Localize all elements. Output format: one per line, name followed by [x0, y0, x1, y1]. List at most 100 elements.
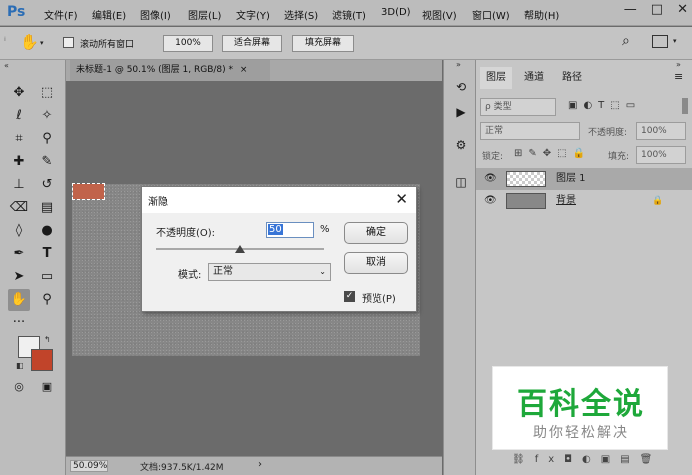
selection-marquee[interactable]	[72, 183, 105, 200]
crop-tool-icon[interactable]: ⌗	[8, 128, 30, 150]
chevron-down-icon[interactable]: ▾	[40, 39, 44, 47]
panel-menu-icon[interactable]: ≡	[674, 70, 683, 83]
zoom-100-button[interactable]: 100%	[163, 35, 213, 52]
screen-mode-icon[interactable]: ▣	[36, 376, 58, 398]
cancel-button[interactable]: 取消	[344, 252, 408, 274]
stamp-tool-icon[interactable]: ⊥	[8, 174, 30, 196]
close-tab-icon[interactable]: ×	[240, 65, 248, 75]
document-tab[interactable]: 未标题-1 @ 50.1% (图层 1, RGB/8) * ×	[70, 60, 270, 81]
maximize-button[interactable]: □	[651, 1, 663, 23]
minimize-button[interactable]: —	[624, 1, 637, 23]
watermark-title: 百科全说	[517, 387, 645, 422]
menu-filter[interactable]: 滤镜(T)	[332, 7, 366, 22]
menu-select[interactable]: 选择(S)	[284, 7, 318, 22]
tab-channels[interactable]: 通道	[518, 67, 550, 89]
ok-button[interactable]: 确定	[344, 222, 408, 244]
menu-bar: Ps 文件(F) 编辑(E) 图像(I) 图层(L) 文字(Y) 选择(S) 滤…	[0, 0, 692, 26]
dialog-titlebar: 渐隐 ✕	[142, 187, 416, 213]
filter-icons[interactable]: ▣◐T⬚▭	[568, 100, 641, 111]
filter-toggle[interactable]	[682, 98, 688, 114]
scroll-all-checkbox[interactable]	[63, 37, 74, 48]
lock-icons[interactable]: ⊞✎✥⬚🔒	[514, 148, 591, 159]
opacity-slider-thumb[interactable]	[235, 245, 245, 253]
type-tool-icon[interactable]: T	[36, 243, 58, 265]
status-menu-arrow[interactable]: ›	[258, 459, 262, 470]
lock-icon: 🔒	[652, 196, 664, 206]
status-bar: 50.09% 文档:937.5K/1.42M ›	[66, 456, 442, 475]
history-brush-icon[interactable]: ↺	[36, 174, 58, 196]
swap-colors-icon[interactable]: ↰	[44, 335, 51, 344]
menu-file[interactable]: 文件(F)	[44, 7, 78, 22]
healing-brush-icon[interactable]: ✚	[8, 151, 30, 173]
watermark: 百科全说 助你轻松解决	[492, 366, 668, 450]
quick-mask-icon[interactable]: ◎	[8, 376, 30, 398]
fill-screen-button[interactable]: 填充屏幕	[292, 35, 354, 52]
lasso-tool-icon[interactable]: ℓ	[8, 105, 30, 127]
eraser-tool-icon[interactable]: ⌫	[8, 197, 30, 219]
menu-type[interactable]: 文字(Y)	[236, 7, 270, 22]
actions-panel-icon[interactable]: ▶	[452, 105, 470, 123]
opacity-label: 不透明度:	[588, 128, 628, 138]
menu-window[interactable]: 窗口(W)	[472, 7, 510, 22]
menu-edit[interactable]: 编辑(E)	[92, 7, 126, 22]
visibility-eye-icon[interactable]: 👁	[484, 168, 497, 190]
hand-tool-icon[interactable]: ✋	[20, 33, 39, 51]
layers-footer-icons[interactable]: ⛓fx◘◐▣▤🗑	[512, 454, 662, 465]
layer-row[interactable]: 👁 背景 🔒	[476, 190, 692, 212]
options-bar: ⁞ ✋ ▾ 滚动所有窗口 100% 适合屏幕 填充屏幕 ⌕ ▾	[0, 27, 692, 60]
tab-layers[interactable]: 图层	[480, 67, 512, 89]
marquee-tool-icon[interactable]: ⬚	[36, 82, 58, 104]
default-colors-icon[interactable]: ◧	[16, 361, 24, 370]
chevron-down-icon: ⌄	[319, 267, 326, 276]
zoom-tool-icon[interactable]: ⚲	[36, 289, 58, 311]
workspace-icon[interactable]	[652, 35, 668, 48]
scroll-all-label: 滚动所有窗口	[80, 40, 135, 50]
fit-screen-button[interactable]: 适合屏幕	[222, 35, 282, 52]
opacity-input[interactable]: 50	[266, 222, 314, 238]
layer-name[interactable]: 图层 1	[556, 168, 586, 190]
layer-row[interactable]: 👁 图层 1	[476, 168, 692, 190]
eyedropper-icon[interactable]: ⚲	[36, 128, 58, 150]
pen-tool-icon[interactable]: ✒	[8, 243, 30, 265]
search-icon[interactable]: ⌕	[622, 33, 630, 49]
magic-wand-icon[interactable]: ✧	[36, 105, 58, 127]
layer-thumbnail	[506, 193, 546, 209]
history-panel-icon[interactable]: ⟲	[452, 80, 470, 98]
brush-tool-icon[interactable]: ✎	[36, 151, 58, 173]
menu-view[interactable]: 视图(V)	[422, 7, 457, 22]
gradient-tool-icon[interactable]: ▤	[36, 197, 58, 219]
more-tools-icon[interactable]: ···	[8, 312, 30, 334]
opacity-field[interactable]: 100%	[636, 122, 686, 140]
menu-help[interactable]: 帮助(H)	[524, 7, 559, 22]
blend-mode-select[interactable]: 正常	[480, 122, 580, 140]
fade-dialog: 渐隐 ✕ 不透明度(O): 50 % 模式: 正常 ⌄ 确定 取消 ✓ 预览(P…	[141, 186, 417, 312]
close-icon[interactable]: ✕	[395, 190, 408, 208]
adjustments-panel-icon[interactable]: ◫	[452, 175, 470, 193]
visibility-eye-icon[interactable]: 👁	[484, 190, 497, 212]
chevron-down-icon[interactable]: ▾	[673, 37, 677, 45]
collapse-icon[interactable]: »	[456, 60, 461, 69]
close-button[interactable]: ✕	[677, 1, 688, 23]
zoom-level-field[interactable]: 50.09%	[70, 460, 108, 472]
collapse-icon[interactable]: «	[4, 61, 9, 70]
hand-tool-icon[interactable]: ✋	[8, 289, 30, 311]
dodge-tool-icon[interactable]: ●	[36, 220, 58, 242]
menu-3d[interactable]: 3D(D)	[381, 7, 411, 18]
percent-unit: %	[320, 224, 330, 235]
background-color-swatch[interactable]	[31, 349, 53, 371]
menu-image[interactable]: 图像(I)	[140, 7, 171, 22]
layer-thumbnail	[506, 171, 546, 187]
blur-tool-icon[interactable]: ◊	[8, 220, 30, 242]
fill-label: 填充:	[608, 152, 630, 162]
tab-paths[interactable]: 路径	[556, 67, 588, 89]
layer-name[interactable]: 背景	[556, 190, 576, 212]
rectangle-tool-icon[interactable]: ▭	[36, 266, 58, 288]
preview-checkbox[interactable]: ✓	[344, 291, 355, 302]
layer-kind-filter[interactable]: ρ 类型	[480, 98, 556, 116]
menu-layer[interactable]: 图层(L)	[188, 7, 221, 22]
path-select-icon[interactable]: ➤	[8, 266, 30, 288]
move-tool-icon[interactable]: ✥	[8, 82, 30, 104]
fill-field[interactable]: 100%	[636, 146, 686, 164]
mode-select[interactable]: 正常 ⌄	[208, 263, 331, 281]
properties-panel-icon[interactable]: ⚙	[452, 138, 470, 156]
